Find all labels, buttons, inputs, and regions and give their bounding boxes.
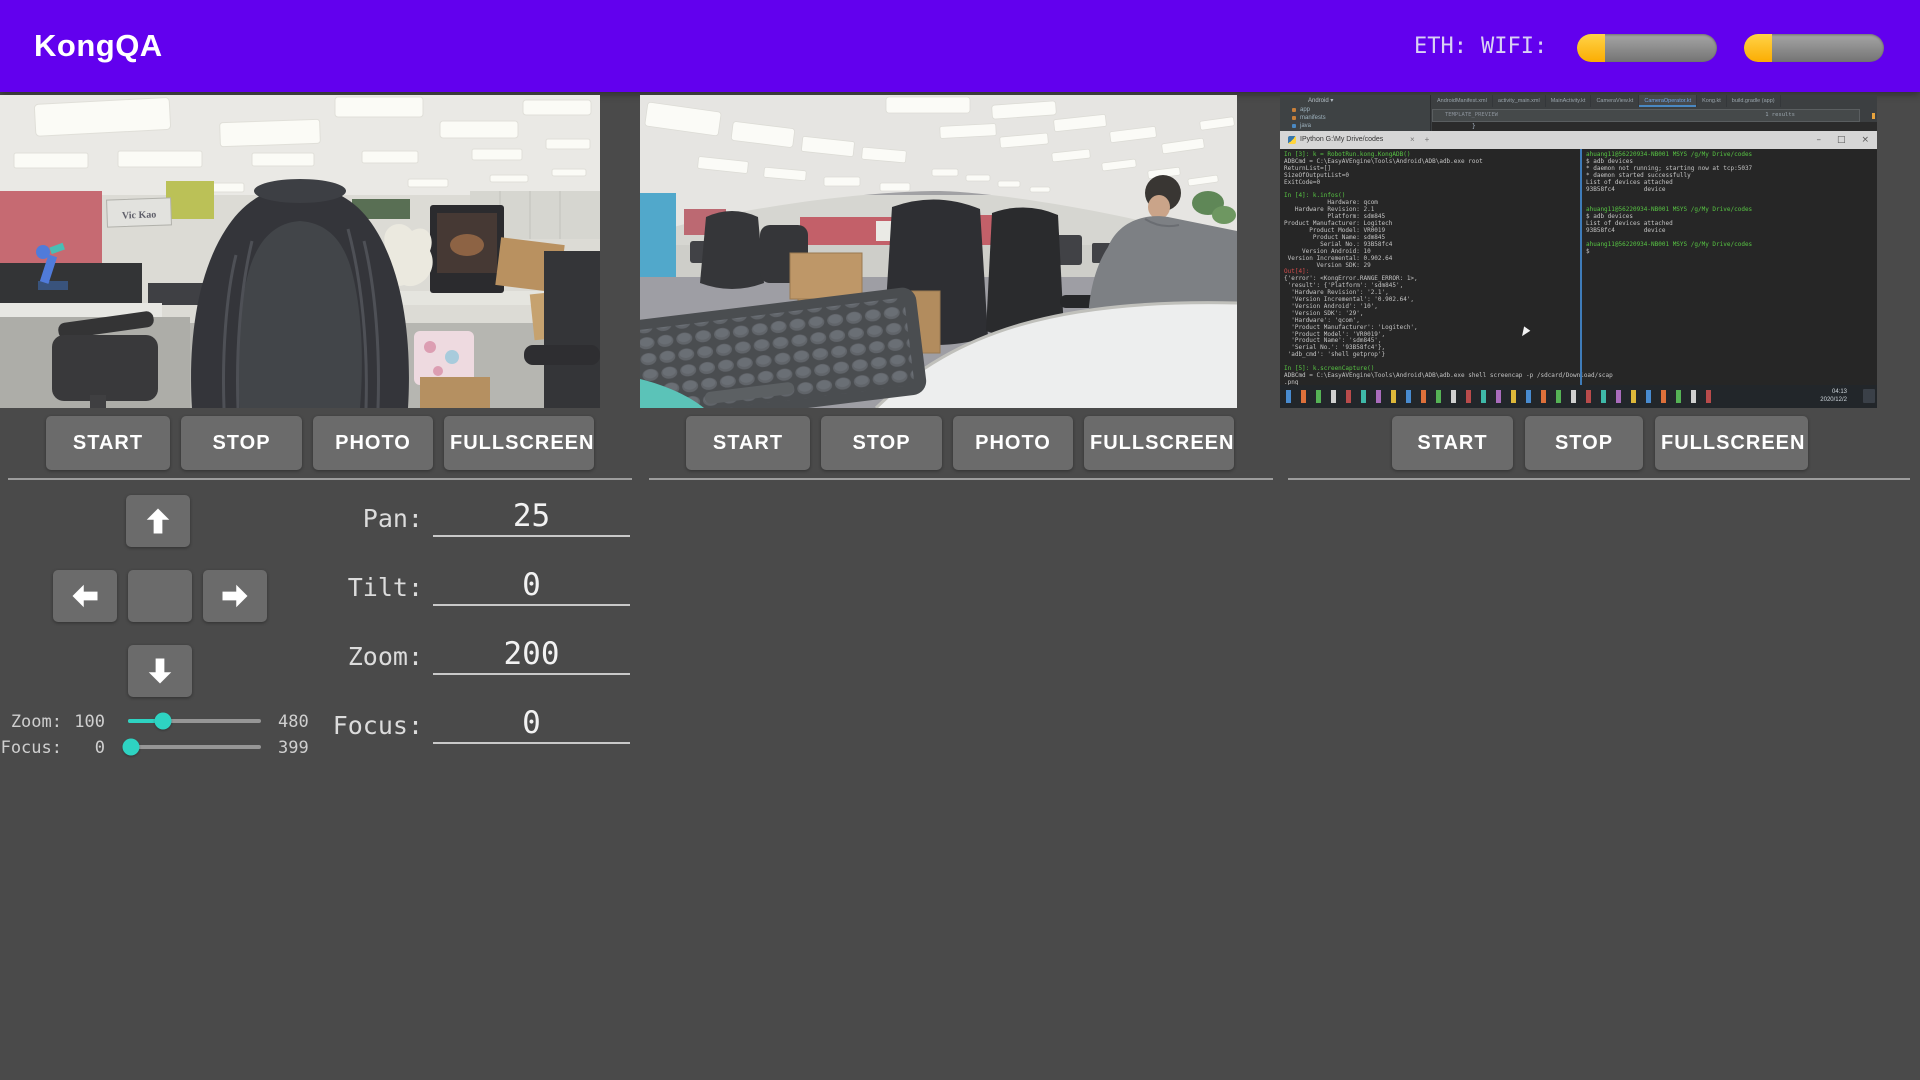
panel3-divider (1288, 478, 1910, 480)
camera2-fullscreen-button[interactable]: FULLSCREEN (1084, 416, 1234, 470)
zoom-slider-track[interactable] (128, 719, 261, 723)
camera2-photo-button[interactable]: PHOTO (953, 416, 1073, 470)
focus-slider-thumb[interactable] (122, 739, 139, 756)
camera1-photo-button[interactable]: PHOTO (313, 416, 433, 470)
app-bar: KongQA ETH: WIFI: (0, 0, 1920, 92)
camera1-stop-button[interactable]: STOP (181, 416, 302, 470)
zoom-slider-row: Zoom: 100 480 (0, 711, 330, 731)
pan-label: Pan: (280, 504, 423, 533)
camera2-stop-button[interactable]: STOP (821, 416, 942, 470)
zoom-input[interactable]: 200 (433, 634, 630, 675)
project-panel: Android ▾ appmanifestsjava (1280, 95, 1431, 131)
zoom-slider-thumb[interactable] (154, 713, 171, 730)
project-tree: appmanifestsjava (1290, 106, 1326, 130)
camera1-start-button[interactable]: START (46, 416, 170, 470)
android-studio-strip: Android ▾ appmanifestsjava AndroidManife… (1280, 95, 1877, 131)
search-results: 1 results (1765, 110, 1795, 121)
camera1-button-row: START STOP PHOTO FULLSCREEN (46, 416, 594, 470)
focus-slider-label: Focus: (0, 738, 62, 758)
console-window-title: IPython G:\My Drive/codes (1300, 134, 1383, 146)
zoom-field-row: Zoom: 200 (0, 634, 660, 678)
console-window-titlebar: IPython G:\My Drive/codes ×+ –□× (1280, 131, 1877, 149)
tilt-label: Tilt: (280, 573, 423, 602)
tilt-field-row: Tilt: 0 (0, 565, 660, 609)
camera2-office-scene (640, 95, 1237, 408)
tilt-input[interactable]: 0 (433, 565, 630, 606)
captured-desktop: Android ▾ appmanifestsjava AndroidManife… (1280, 95, 1877, 408)
windows-taskbar: 04:13 2020/12/2 (1280, 385, 1877, 408)
editor-tabs: AndroidManifest.xmlactivity_main.xmlMain… (1432, 95, 1781, 107)
panel2-divider (649, 478, 1273, 480)
eth-progress-fill (1577, 34, 1605, 62)
camera1-fullscreen-button[interactable]: FULLSCREEN (444, 416, 594, 470)
pan-field-row: Pan: 25 (0, 496, 660, 540)
window-controls: –□× (1816, 133, 1869, 147)
focus-slider-track[interactable] (128, 745, 261, 749)
taskbar-clock: 04:13 2020/12/2 (1820, 388, 1847, 404)
eth-progress-bar (1577, 34, 1717, 62)
app-title: KongQA (34, 28, 163, 64)
camera-feed-2 (640, 95, 1237, 408)
camera1-office-scene: Vic Kao (0, 95, 600, 408)
project-selector: Android ▾ (1308, 96, 1333, 106)
editor-line: } (1432, 122, 1877, 131)
zoom-slider-max: 480 (278, 712, 328, 732)
editor-search-bar: TEMPLATE_PREVIEW 1 results (1432, 109, 1860, 122)
zoom-label: Zoom: (280, 642, 423, 671)
eth-label: ETH: (1414, 34, 1467, 59)
camera3-fullscreen-button[interactable]: FULLSCREEN (1655, 416, 1808, 470)
console-tab-controls: ×+ (1410, 134, 1429, 146)
wifi-label: WIFI: (1481, 34, 1547, 59)
taskbar-tray (1863, 389, 1875, 403)
focus-slider-max: 399 (278, 738, 328, 758)
taskbar-icons (1286, 390, 1716, 403)
camera-feed-3: Android ▾ appmanifestsjava AndroidManife… (1280, 95, 1877, 408)
pane-divider (1580, 149, 1582, 385)
focus-slider-row: Focus: 0 399 (0, 737, 330, 757)
camera3-button-row: START STOP FULLSCREEN (1392, 416, 1808, 470)
ipython-pane: In [3]: k = RobotRun.kong.KongADB()ADBCm… (1284, 152, 1576, 385)
zoom-slider-label: Zoom: (0, 712, 62, 732)
pan-input[interactable]: 25 (433, 496, 630, 537)
scrollbar-mark (1872, 113, 1875, 119)
wifi-progress-fill (1744, 34, 1772, 62)
camera2-button-row: START STOP PHOTO FULLSCREEN (686, 416, 1234, 470)
python-icon (1288, 136, 1296, 144)
msys-terminal-pane: ahuang11@56220934-NB001 MSYS /g/My Drive… (1586, 152, 1874, 256)
focus-input[interactable]: 0 (433, 703, 630, 744)
panel1-divider (8, 478, 632, 480)
zoom-slider-min: 100 (64, 712, 105, 732)
clock-time: 04:13 (1820, 388, 1847, 396)
camera-feed-1: Vic Kao (0, 95, 600, 408)
console-body: In [3]: k = RobotRun.kong.KongADB()ADBCm… (1280, 149, 1877, 385)
wifi-progress-bar (1744, 34, 1884, 62)
clock-date: 2020/12/2 (1820, 396, 1847, 404)
camera3-stop-button[interactable]: STOP (1525, 416, 1643, 470)
search-text: TEMPLATE_PREVIEW (1445, 112, 1498, 118)
app: KongQA ETH: WIFI: (0, 0, 1920, 1080)
focus-slider-min: 0 (64, 738, 105, 758)
camera2-start-button[interactable]: START (686, 416, 810, 470)
camera3-start-button[interactable]: START (1392, 416, 1513, 470)
